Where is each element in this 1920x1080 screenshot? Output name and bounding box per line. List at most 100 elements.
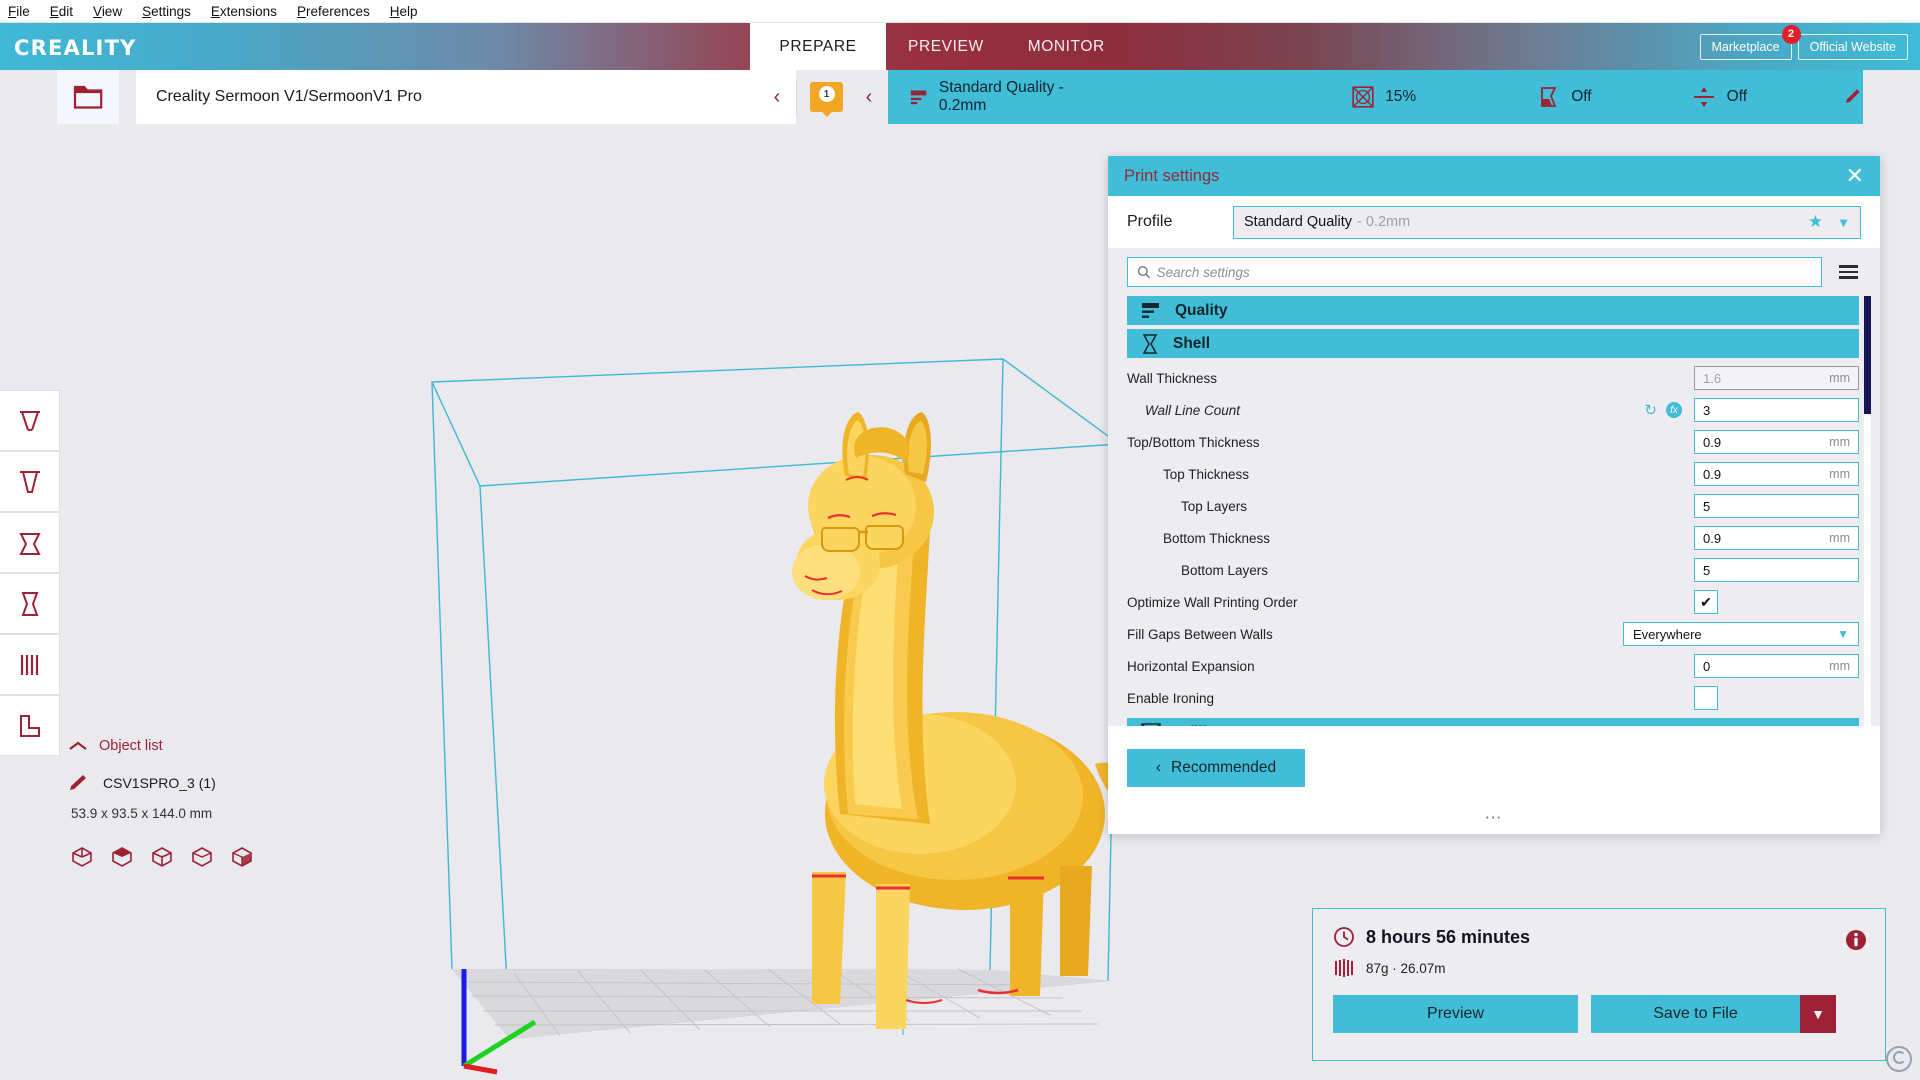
setting-label: Wall Line Count (1145, 402, 1241, 418)
profile-summary-label: Standard Quality - 0.2mm (938, 79, 1064, 114)
mirror-tool[interactable] (0, 573, 60, 634)
star-icon[interactable]: ★ (1808, 212, 1823, 232)
category-quality[interactable]: Quality (1127, 296, 1859, 325)
wall-line-count-input[interactable]: 3 (1694, 398, 1859, 422)
revert-icon[interactable]: ↻ (1644, 401, 1657, 419)
shaded-view-icon[interactable] (111, 846, 133, 868)
recommended-mode-button[interactable]: ‹ Recommended (1127, 748, 1305, 787)
optimize-wall-printing-order-checkbox[interactable]: ✔ (1694, 590, 1718, 614)
infill-icon (1141, 722, 1161, 726)
object-list-panel: Object list CSV1SPRO_3 (1) 53.9 x 93.5 x… (68, 738, 398, 868)
hamburger-icon[interactable] (1836, 262, 1861, 282)
setting-unit: mm (1829, 531, 1850, 545)
machine-collapse-button[interactable]: ‹ (760, 70, 794, 124)
official-website-button[interactable]: Official Website (1797, 33, 1908, 60)
tab-prepare[interactable]: PREPARE (750, 23, 886, 70)
xray-view-icon[interactable] (151, 846, 173, 868)
setting-row-top-thickness[interactable]: Top Thickness 0.9 mm (1127, 458, 1880, 490)
tab-monitor[interactable]: MONITOR (1006, 23, 1127, 70)
chevron-down-icon[interactable]: ▼ (1837, 215, 1850, 230)
edit-settings-button[interactable] (1843, 87, 1863, 107)
object-list-toggle[interactable]: Object list (68, 738, 398, 754)
setting-row-optimize-wall-printing-order[interactable]: Optimize Wall Printing Order ✔ (1127, 586, 1880, 618)
top-thickness-input[interactable]: 0.9 mm (1694, 462, 1859, 486)
bottom-thickness-input[interactable]: 0.9 mm (1694, 526, 1859, 550)
setting-value-wrap: 1.6 mm (1694, 366, 1859, 390)
setting-row-horizontal-expansion[interactable]: Horizontal Expansion 0 mm (1127, 650, 1880, 682)
filament-icon (1335, 959, 1353, 977)
support-blocker-tool[interactable] (0, 695, 60, 756)
print-settings-summary[interactable]: Standard Quality - 0.2mm 15% Off Off (888, 70, 1863, 124)
top-layers-input[interactable]: 5 (1694, 494, 1859, 518)
solid-view-icon[interactable] (71, 846, 93, 868)
pencil-icon (70, 775, 86, 790)
setting-row-enable-ironing[interactable]: Enable Ironing (1127, 682, 1880, 714)
menu-item-preferences[interactable]: Preferences (294, 3, 373, 20)
setting-row-top-bottom-thickness[interactable]: Top/Bottom Thickness 0.9 mm (1127, 426, 1880, 458)
hamburger-line (1839, 270, 1858, 274)
header-actions: Marketplace 2 Official Website (1699, 23, 1908, 70)
scrollbar-thumb[interactable] (1864, 296, 1871, 414)
fill-gaps-between-walls-select[interactable]: Everywhere ▼ (1623, 622, 1859, 646)
machine-selector[interactable]: Creality Sermoon V1/SermoonV1 Pro (136, 70, 796, 124)
settings-list[interactable]: Quality Shell Wall Thickness 1.6 mm Wall… (1108, 296, 1880, 726)
setting-unit: mm (1829, 371, 1850, 385)
adhesion-summary[interactable]: Off (1692, 86, 1747, 108)
warning-indicator[interactable]: 1 (810, 82, 843, 117)
setting-value-wrap: 0 mm (1694, 654, 1859, 678)
top-bottom-thickness-input[interactable]: 0.9 mm (1694, 430, 1859, 454)
tab-preview[interactable]: PREVIEW (886, 23, 1006, 70)
menu-mnemonic: H (389, 3, 400, 19)
marketplace-button[interactable]: Marketplace (1699, 33, 1792, 60)
settings-collapse-button[interactable]: ‹ (852, 70, 886, 124)
setting-row-top-layers[interactable]: Top Layers 5 (1127, 490, 1880, 522)
list-item[interactable]: CSV1SPRO_3 (1) (68, 773, 398, 793)
per-model-settings-tool[interactable] (0, 634, 60, 695)
setting-row-fill-gaps-between-walls[interactable]: Fill Gaps Between Walls Everywhere ▼ (1127, 618, 1880, 650)
menu-item-help[interactable]: Help (387, 3, 421, 20)
setting-row-bottom-thickness[interactable]: Bottom Thickness 0.9 mm (1127, 522, 1880, 554)
menu-item-settings[interactable]: Settings (139, 3, 194, 20)
panel-resize-handle[interactable]: ⋯ (1485, 808, 1504, 828)
menu-mnemonic: S (142, 3, 152, 19)
search-box[interactable] (1127, 257, 1822, 287)
info-icon[interactable] (1845, 929, 1867, 956)
setting-row-wall-thickness[interactable]: Wall Thickness 1.6 mm (1127, 362, 1880, 394)
profile-select[interactable]: Standard Quality - 0.2mm ★ ▼ (1233, 205, 1861, 239)
menu-item-extensions[interactable]: Extensions (208, 3, 280, 20)
preview-button[interactable]: Preview (1333, 995, 1578, 1033)
search-input[interactable] (1156, 264, 1812, 280)
save-options-chevron-down-icon[interactable]: ▼ (1800, 995, 1836, 1033)
rotate-tool[interactable] (0, 512, 60, 573)
layers-view-icon[interactable] (231, 846, 253, 868)
enable-ironing-checkbox[interactable] (1694, 686, 1718, 710)
setting-row-bottom-layers[interactable]: Bottom Layers 5 (1127, 554, 1880, 586)
adhesion-icon (1693, 87, 1714, 107)
scale-tool[interactable] (0, 451, 60, 512)
camera-orientation-gizmo[interactable] (1886, 1046, 1912, 1072)
settings-scrollbar[interactable] (1864, 296, 1871, 726)
close-icon[interactable]: ✕ (1846, 165, 1864, 187)
wireframe-view-icon[interactable] (191, 846, 213, 868)
infill-summary[interactable]: 15% (1352, 86, 1416, 108)
setting-label: Bottom Thickness (1163, 530, 1271, 546)
horizontal-expansion-input[interactable]: 0 mm (1694, 654, 1859, 678)
menu-item-file[interactable]: File (5, 3, 33, 20)
warning-count: 1 (818, 86, 835, 102)
open-file-button[interactable] (57, 70, 119, 124)
category-infill[interactable]: Infill (1127, 718, 1859, 726)
menu-item-view[interactable]: View (90, 3, 125, 20)
bottom-layers-input[interactable]: 5 (1694, 558, 1859, 582)
support-summary[interactable]: Off (1538, 86, 1592, 108)
menu-item-edit[interactable]: Edit (47, 3, 76, 20)
build-plate (452, 968, 1108, 1039)
save-to-file-split-button: Save to File ▼ (1591, 995, 1836, 1033)
setting-row-wall-line-count[interactable]: Wall Line Count ↻ fx 3 (1127, 394, 1880, 426)
wall-thickness-input[interactable]: 1.6 mm (1694, 366, 1859, 390)
formula-icon[interactable]: fx (1666, 402, 1682, 418)
panel-title: Print settings (1124, 166, 1220, 185)
move-tool[interactable] (0, 390, 60, 451)
save-to-file-button[interactable]: Save to File (1591, 995, 1800, 1033)
profile-summary[interactable]: Standard Quality - 0.2mm (910, 79, 1082, 115)
category-shell[interactable]: Shell (1127, 329, 1859, 358)
